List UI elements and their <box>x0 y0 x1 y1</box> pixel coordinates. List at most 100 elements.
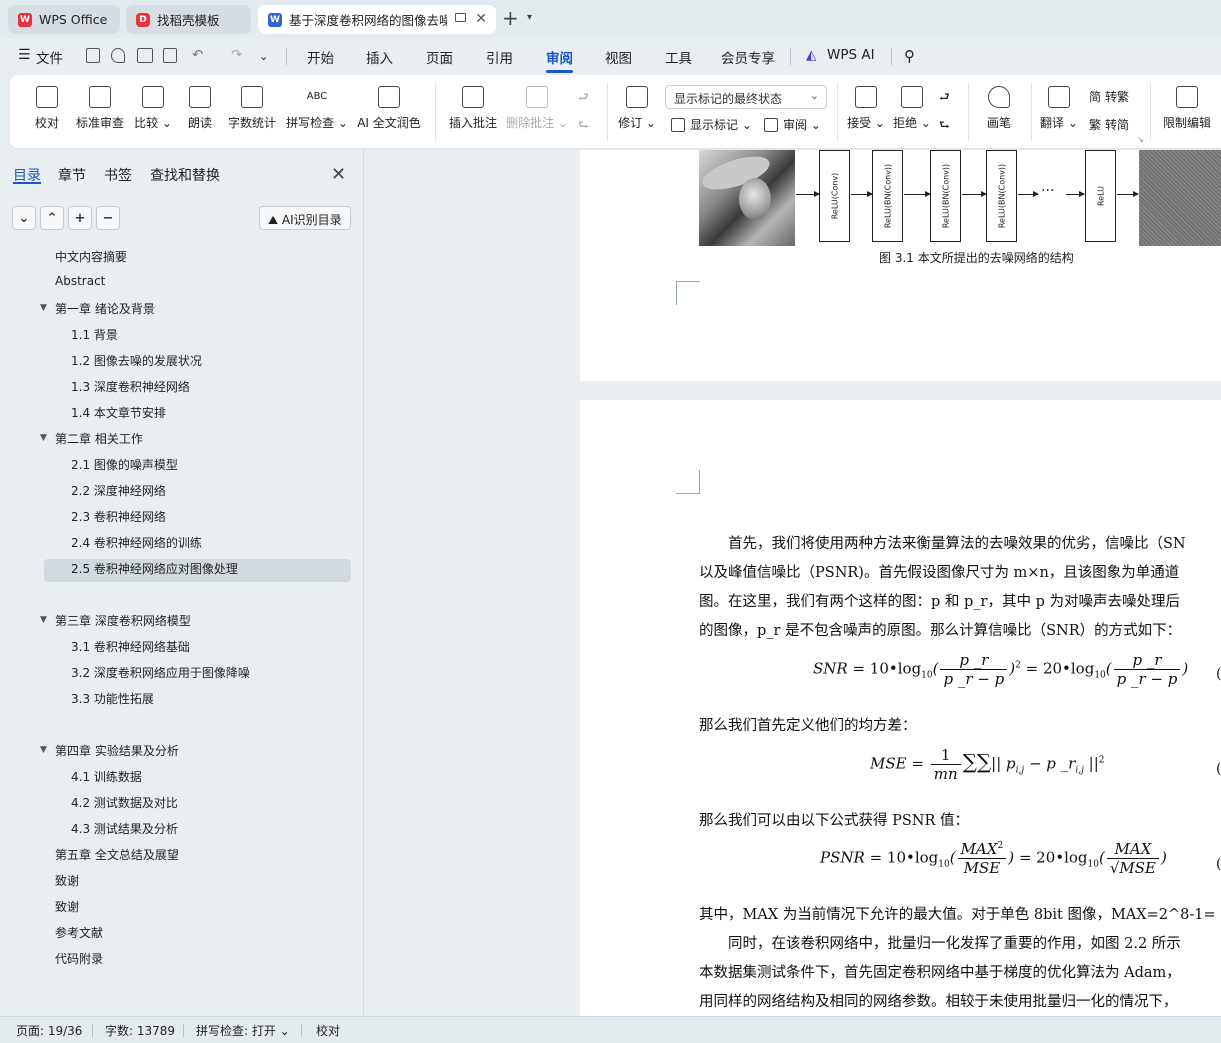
close-icon[interactable]: ✕ <box>331 164 346 185</box>
word-count-indicator[interactable]: 字数: 13789 <box>105 1022 175 1039</box>
toc-item-selected[interactable]: 2.5 卷积神经网络应对图像处理 <box>71 560 238 577</box>
document-canvas[interactable]: ReLU(Conv) ReLU(BN(Conv)) ReLU(BN(Conv))… <box>365 150 1221 1016</box>
remove-heading-button[interactable]: − <box>96 206 120 230</box>
show-markup-button[interactable]: 显示标记 ⌄ <box>671 116 752 133</box>
tab-current-document[interactable]: W 基于深度卷积网络的图像去噪 ✕ <box>258 5 496 34</box>
tab-bookmarks[interactable]: 书签 <box>104 165 132 185</box>
save-icon[interactable] <box>86 48 100 63</box>
accept-icon <box>855 86 877 108</box>
tab-find-replace[interactable]: 查找和替换 <box>150 165 220 185</box>
menu-view[interactable]: 视图 <box>605 47 632 67</box>
toc-item[interactable]: 第五章 全文总结及展望 <box>55 846 179 863</box>
toc-item[interactable]: Abstract <box>55 274 105 288</box>
standard-review-button[interactable]: 标准审查 <box>74 75 126 148</box>
translate-button[interactable]: 翻译 ⌄ <box>1040 75 1078 148</box>
collapse-down-button[interactable]: ⌄ <box>12 206 36 230</box>
compare-button[interactable]: 比较 ⌄ <box>134 75 172 148</box>
ai-polish-button[interactable]: AI 全文润色 <box>356 75 422 148</box>
toc-expand-arrow-icon[interactable]: ▼ <box>40 745 47 755</box>
menu-home[interactable]: 开始 <box>307 47 334 67</box>
toc-item[interactable]: 1.2 图像去噪的发展状况 <box>71 352 202 369</box>
toc-item[interactable]: 3.3 功能性拓展 <box>71 690 154 707</box>
menu-tools[interactable]: 工具 <box>665 47 692 67</box>
search-icon[interactable]: ⚲ <box>904 47 915 65</box>
toc-item[interactable]: 1.1 背景 <box>71 326 118 343</box>
toc-item[interactable]: 2.3 卷积神经网络 <box>71 508 166 525</box>
accept-button[interactable]: 接受 ⌄ <box>847 75 885 148</box>
toc-expand-arrow-icon[interactable]: ▼ <box>40 433 47 443</box>
print-icon[interactable] <box>137 48 153 63</box>
menu-references[interactable]: 引用 <box>486 47 513 67</box>
toc-expand-arrow-icon[interactable]: ▼ <box>40 303 47 313</box>
toc-item[interactable]: 中文内容摘要 <box>55 248 127 265</box>
toc-item[interactable]: 3.1 卷积神经网络基础 <box>71 638 190 655</box>
toc-item[interactable]: 第一章 绪论及背景 <box>55 300 155 317</box>
spell-check-status[interactable]: 拼写检查: 打开 ⌄ <box>196 1022 290 1039</box>
share-icon[interactable] <box>111 48 125 63</box>
menu-insert[interactable]: 插入 <box>366 47 393 67</box>
add-heading-button[interactable]: + <box>68 206 92 230</box>
next-comment-icon[interactable]: ⮑ <box>578 116 589 137</box>
toc-item[interactable]: 2.2 深度神经网络 <box>71 482 166 499</box>
toc-item[interactable]: 3.2 深度卷积网络应用于图像降噪 <box>71 664 250 681</box>
wps-ai-logo-icon: ◭ <box>806 47 817 63</box>
toc-item[interactable]: 2.1 图像的噪声模型 <box>71 456 178 473</box>
toc-item[interactable]: 代码附录 <box>55 950 103 967</box>
toc-item[interactable]: 第四章 实验结果及分析 <box>55 742 179 759</box>
ink-button[interactable]: 画笔 <box>985 75 1013 148</box>
page-indicator[interactable]: 页面: 19/36 <box>16 1022 82 1039</box>
previous-comment-icon[interactable]: ⮐ <box>578 88 589 109</box>
toc-item[interactable]: 第二章 相关工作 <box>55 430 143 447</box>
insert-comment-button[interactable]: 插入批注 <box>447 75 499 148</box>
toc-item[interactable]: 4.2 测试数据及对比 <box>71 794 178 811</box>
previous-change-icon[interactable]: ⮐ <box>939 88 950 109</box>
quick-access-chevron-icon[interactable]: ⌄ <box>259 50 268 63</box>
delete-comment-button[interactable]: 删除批注 ⌄ <box>506 75 568 148</box>
collapse-up-button[interactable]: ⌃ <box>40 206 64 230</box>
hamburger-icon[interactable]: ☰ <box>18 47 31 63</box>
toc-item[interactable]: 参考文献 <box>55 924 103 941</box>
toc-item[interactable]: 致谢 <box>55 872 79 889</box>
toc-item[interactable]: 4.1 训练数据 <box>71 768 142 785</box>
word-count-button[interactable]: 字数统计 <box>226 75 278 148</box>
restrict-edit-button[interactable]: 限制编辑 <box>1161 75 1213 148</box>
toc-item[interactable]: 1.3 深度卷积神经网络 <box>71 378 190 395</box>
next-change-icon[interactable]: ⮑ <box>939 116 950 137</box>
monitor-icon[interactable] <box>455 13 466 22</box>
read-aloud-button[interactable]: 朗读 <box>186 75 214 148</box>
chevron-down-icon[interactable]: ▾ <box>527 12 532 23</box>
tab-sections[interactable]: 章节 <box>58 165 86 185</box>
toc-item[interactable]: 2.4 卷积神经网络的训练 <box>71 534 202 551</box>
undo-icon[interactable]: ↶ <box>192 47 203 63</box>
track-changes-label: 修订 ⌄ <box>618 116 656 130</box>
menu-review[interactable]: 审阅 <box>546 47 573 67</box>
redo-icon[interactable]: ↷ <box>231 47 242 63</box>
proofread-status[interactable]: 校对 <box>316 1022 340 1039</box>
toc-item[interactable]: 第三章 深度卷积网络模型 <box>55 612 191 629</box>
menu-file[interactable]: 文件 <box>36 47 63 67</box>
markup-state-select[interactable]: 显示标记的最终状态 ⌄ <box>665 85 827 109</box>
menu-page[interactable]: 页面 <box>426 47 453 67</box>
to-traditional-button[interactable]: 简 转繁 <box>1089 88 1129 105</box>
to-simplified-button[interactable]: 繁 转简 <box>1089 116 1129 133</box>
toc-expand-arrow-icon[interactable]: ▼ <box>40 615 47 625</box>
arrow <box>1066 191 1085 197</box>
ellipsis: ··· <box>1041 183 1055 199</box>
spell-check-button[interactable]: ABC 拼写检查 ⌄ <box>286 75 348 148</box>
ribbon-expand-icon[interactable]: ↘ <box>1137 135 1144 144</box>
toc-item[interactable]: 1.4 本文章节安排 <box>71 404 166 421</box>
ai-toc-button[interactable]: ⛰ AI识别目录 <box>259 206 351 230</box>
track-changes-button[interactable]: 修订 ⌄ <box>618 75 656 148</box>
proofread-button[interactable]: 校对 <box>33 75 61 148</box>
reject-button[interactable]: 拒绝 ⌄ <box>893 75 931 148</box>
close-tab-icon[interactable]: ✕ <box>475 11 487 27</box>
new-tab-plus-icon[interactable]: + <box>502 8 519 28</box>
menu-wps-ai[interactable]: WPS AI <box>827 47 875 63</box>
tab-docer-templates[interactable]: D 找稻壳模板 <box>126 5 251 34</box>
toc-item[interactable]: 致谢 <box>55 898 79 915</box>
tab-wps-office[interactable]: W WPS Office <box>8 5 120 34</box>
review-pane-button[interactable]: 审阅 ⌄ <box>764 116 821 133</box>
menu-member[interactable]: 会员专享 <box>721 47 775 67</box>
toc-item[interactable]: 4.3 测试结果及分析 <box>71 820 178 837</box>
print-preview-icon[interactable] <box>163 48 177 63</box>
